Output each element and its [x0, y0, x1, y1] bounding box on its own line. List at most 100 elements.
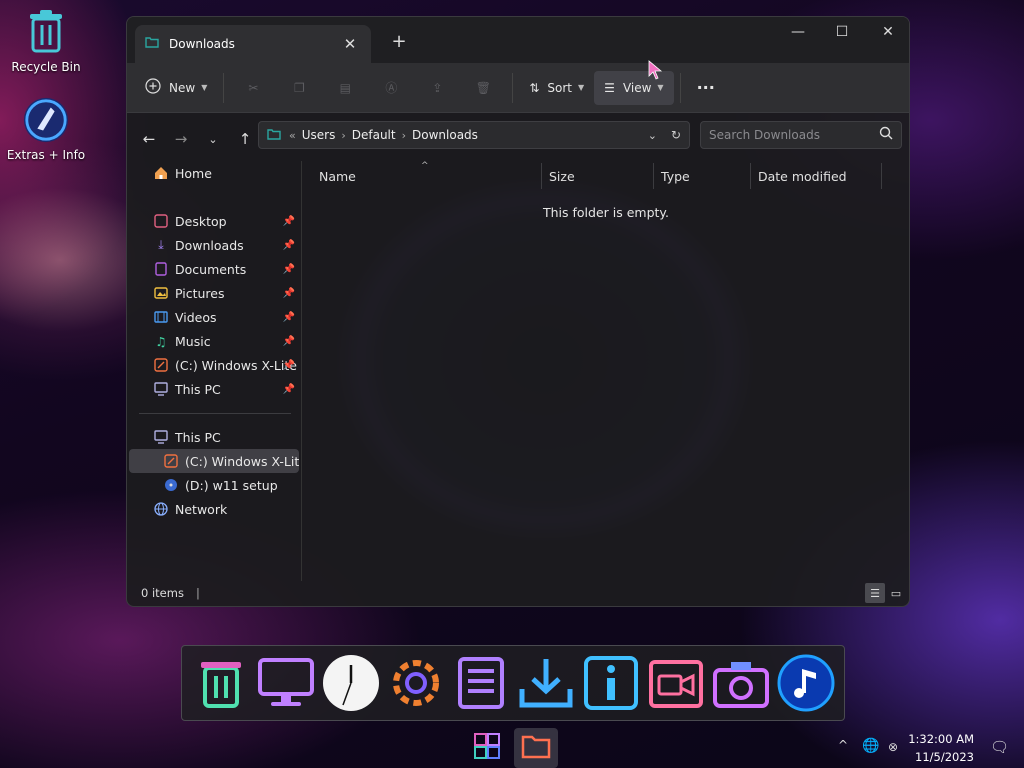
recent-locations-button[interactable]: ⌄: [197, 124, 229, 154]
cut-button[interactable]: ✂: [230, 71, 276, 105]
copy-button[interactable]: ❐: [276, 71, 322, 105]
sidebar-item-drive-c-tree[interactable]: (C:) Windows X-Lite: [129, 449, 299, 473]
dock-music-icon[interactable]: [775, 652, 837, 714]
address-bar[interactable]: « Users › Default › Downloads ⌄ ↻: [258, 121, 690, 149]
back-button[interactable]: ←: [133, 124, 165, 154]
refresh-icon[interactable]: ↻: [671, 128, 681, 142]
rename-button[interactable]: Ⓐ: [368, 71, 414, 105]
column-header-date-modified[interactable]: Date modified: [752, 161, 882, 191]
minimize-button[interactable]: —: [775, 17, 821, 47]
dock-info-icon[interactable]: [580, 652, 642, 714]
sidebar-item-label: Pictures: [175, 285, 225, 301]
pin-icon: 📌: [282, 287, 295, 299]
share-button[interactable]: ⇪: [414, 71, 460, 105]
search-input[interactable]: [709, 128, 879, 142]
title-bar: Downloads ✕ + — ☐ ✕: [127, 17, 909, 63]
clock-time: 1:32:00 AM: [908, 732, 974, 746]
sidebar-item-label: (C:) Windows X-Lite: [175, 357, 297, 373]
maximize-button[interactable]: ☐: [819, 17, 865, 47]
dock-camera-icon[interactable]: [710, 652, 772, 714]
sidebar-item-documents[interactable]: Documents 📌: [129, 257, 299, 281]
column-divider[interactable]: [750, 163, 751, 189]
pin-icon: 📌: [282, 311, 295, 323]
column-header-type[interactable]: Type: [655, 161, 749, 191]
sidebar-item-network[interactable]: Network: [129, 497, 299, 521]
start-button[interactable]: [465, 728, 509, 768]
pc-icon: [153, 381, 169, 397]
sort-button[interactable]: ⇅ Sort ▼: [519, 71, 594, 105]
pin-icon: 📌: [282, 215, 295, 227]
more-options-button[interactable]: ···: [687, 71, 725, 105]
toolbar-divider: [223, 72, 225, 103]
sidebar-item-downloads[interactable]: ⤓ Downloads 📌: [129, 233, 299, 257]
chevron-right-icon: ›: [401, 128, 407, 142]
volume-muted-icon[interactable]: ⊗: [888, 740, 898, 754]
sidebar-item-this-pc-pinned[interactable]: This PC 📌: [129, 377, 299, 401]
dock-video-recorder-icon[interactable]: [645, 652, 707, 714]
language-icon[interactable]: 🌐: [862, 738, 879, 754]
dock-this-pc-icon[interactable]: [255, 652, 317, 714]
dock-notes-icon[interactable]: [450, 652, 512, 714]
close-tab-icon[interactable]: ✕: [339, 33, 361, 55]
sidebar-item-drive-d[interactable]: (D:) w11 setup: [129, 473, 299, 497]
close-button[interactable]: ✕: [865, 17, 909, 47]
dock-bar: [181, 645, 845, 721]
dock-downloads-icon[interactable]: [515, 652, 577, 714]
desktop-icon: [153, 213, 169, 229]
sidebar-item-videos[interactable]: Videos 📌: [129, 305, 299, 329]
breadcrumb-users[interactable]: Users: [302, 128, 336, 142]
dock-recycle-bin-icon[interactable]: [190, 652, 252, 714]
status-divider: |: [195, 586, 200, 600]
sidebar-item-music[interactable]: ♫ Music 📌: [129, 329, 299, 353]
desktop-icon-label: Recycle Bin: [11, 60, 81, 74]
column-divider[interactable]: [653, 163, 654, 189]
sidebar-item-drive-c[interactable]: (C:) Windows X-Lite 📌: [129, 353, 299, 377]
show-hidden-icons-icon[interactable]: ^: [838, 738, 848, 752]
clipboard-icon: ▤: [339, 80, 352, 95]
view-list-icon: ☰: [604, 80, 615, 95]
chevron-down-icon: ⌄: [208, 132, 218, 146]
column-header-size[interactable]: Size: [543, 161, 653, 191]
chevron-down-icon[interactable]: ⌄: [648, 129, 657, 142]
delete-button[interactable]: 🗑: [460, 71, 506, 105]
desktop-icon-recycle-bin[interactable]: Recycle Bin: [0, 8, 92, 74]
sidebar-item-this-pc[interactable]: This PC: [129, 425, 299, 449]
trash-icon: 🗑: [475, 80, 491, 95]
sidebar-item-label: Network: [175, 501, 228, 517]
tiles-view-icon[interactable]: ▭: [887, 583, 905, 603]
new-button[interactable]: New ▼: [135, 71, 217, 105]
new-tab-button[interactable]: +: [385, 29, 413, 53]
share-icon: ⇪: [432, 80, 443, 95]
system-clock[interactable]: 1:32:00 AM 11/5/2023: [908, 730, 974, 766]
details-view-icon[interactable]: ☰: [865, 583, 885, 603]
folder-icon: [267, 128, 281, 143]
tab-downloads[interactable]: Downloads ✕: [135, 25, 371, 63]
file-list: Name ^ Size Type Date modified This fold…: [303, 161, 909, 581]
sidebar-item-label: (C:) Windows X-Lite: [185, 453, 299, 469]
up-button[interactable]: ↑: [229, 124, 261, 154]
notifications-icon[interactable]: 🗨: [990, 738, 1009, 756]
arrow-up-icon: ↑: [238, 130, 252, 148]
breadcrumb-overflow[interactable]: «: [289, 129, 296, 142]
new-button-label: New: [169, 80, 196, 95]
dock-settings-icon[interactable]: [385, 652, 447, 714]
sidebar-item-pictures[interactable]: Pictures 📌: [129, 281, 299, 305]
breadcrumb-downloads[interactable]: Downloads: [412, 128, 478, 142]
desktop-icon-extras-info[interactable]: Extras + Info: [0, 96, 92, 162]
sidebar-item-desktop[interactable]: Desktop 📌: [129, 209, 299, 233]
recycle-bin-icon: [22, 8, 70, 56]
column-divider[interactable]: [881, 163, 882, 189]
sidebar-item-home[interactable]: Home: [129, 161, 299, 185]
breadcrumb-default[interactable]: Default: [352, 128, 396, 142]
documents-icon: [153, 261, 169, 277]
forward-button[interactable]: →: [165, 124, 197, 154]
taskbar-file-explorer[interactable]: [514, 728, 558, 768]
search-icon[interactable]: [879, 126, 893, 144]
desktop-icon-label: Extras + Info: [6, 148, 86, 162]
sidebar-item-label: This PC: [175, 429, 221, 445]
dock-clock-icon[interactable]: [320, 652, 382, 714]
videos-icon: [153, 309, 169, 325]
column-divider[interactable]: [541, 163, 542, 189]
paste-button[interactable]: ▤: [322, 71, 368, 105]
search-box[interactable]: [700, 121, 902, 149]
